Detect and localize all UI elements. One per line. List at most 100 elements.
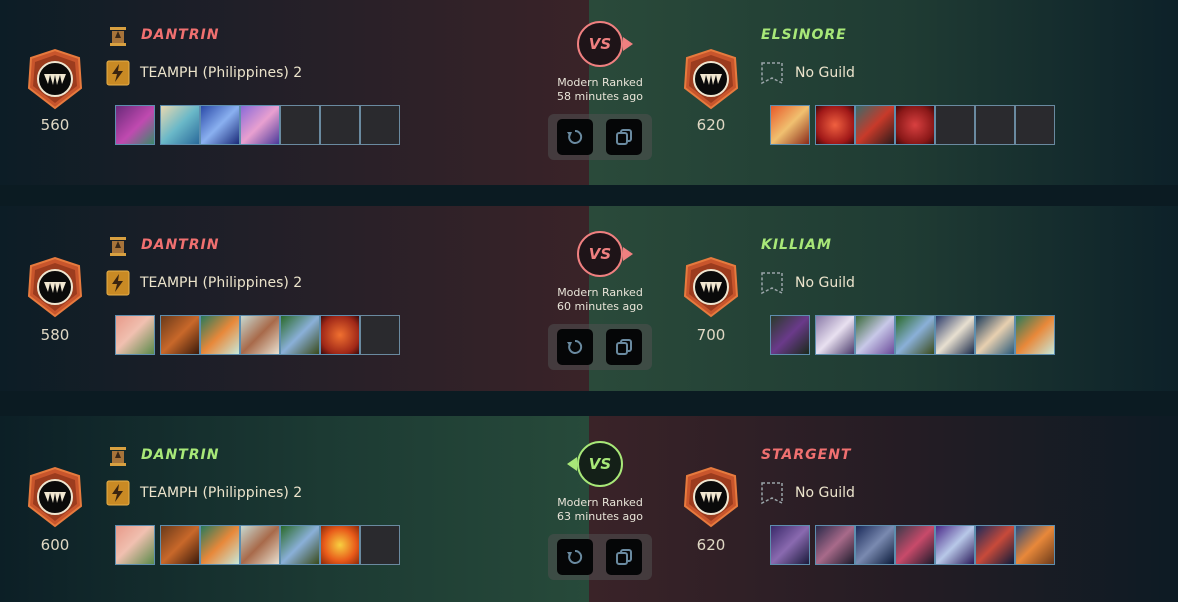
player-guild[interactable]: TEAMPH (Philippines) 2: [140, 275, 302, 291]
battle-info: Modern Ranked 60 minutes ago: [540, 286, 660, 314]
empty-card-slot: [1015, 105, 1055, 145]
monster-card[interactable]: [280, 525, 320, 565]
monster-card[interactable]: [240, 105, 280, 145]
empty-card-slot: [975, 105, 1015, 145]
monster-card[interactable]: [975, 525, 1015, 565]
battle-time: 58 minutes ago: [557, 90, 643, 103]
lightning-guild-icon: [106, 480, 130, 506]
player-rating: 600: [40, 536, 70, 554]
opponent-name[interactable]: ELSINORE: [761, 27, 847, 43]
monster-card[interactable]: [200, 525, 240, 565]
empty-guild-icon: [761, 272, 783, 295]
monster-card[interactable]: [895, 315, 935, 355]
opponent-team: [770, 525, 1055, 565]
monster-card[interactable]: [855, 525, 895, 565]
monster-card[interactable]: [855, 105, 895, 145]
monster-card[interactable]: [855, 315, 895, 355]
opponent-name[interactable]: STARGENT: [761, 447, 851, 463]
league-banner-icon: [110, 447, 126, 466]
monster-card[interactable]: [975, 315, 1015, 355]
loss-arrow-icon: [623, 247, 633, 261]
battle-info: Modern Ranked 63 minutes ago: [540, 496, 660, 524]
opponent-rating: 620: [696, 116, 726, 134]
opponent-name[interactable]: KILLIAM: [761, 237, 832, 253]
opponent-panel: [589, 416, 1178, 602]
monster-card[interactable]: [240, 315, 280, 355]
empty-card-slot: [360, 525, 400, 565]
monster-card[interactable]: [815, 315, 855, 355]
copy-button[interactable]: [606, 329, 642, 365]
empty-card-slot: [360, 315, 400, 355]
summoner-card[interactable]: [115, 315, 155, 355]
player-rating: 580: [40, 326, 70, 344]
empty-card-slot: [360, 105, 400, 145]
monster-card[interactable]: [240, 525, 280, 565]
monster-card[interactable]: [200, 315, 240, 355]
opponent-team: [770, 105, 1055, 145]
replay-icon: [567, 129, 583, 144]
empty-card-slot: [935, 105, 975, 145]
vs-badge: VS: [577, 231, 623, 277]
player-guild[interactable]: TEAMPH (Philippines) 2: [140, 485, 302, 501]
monster-card[interactable]: [160, 525, 200, 565]
empty-card-slot: [280, 105, 320, 145]
summoner-card[interactable]: [770, 315, 810, 355]
monster-card[interactable]: [815, 525, 855, 565]
monster-card[interactable]: [935, 525, 975, 565]
monster-card[interactable]: [320, 525, 360, 565]
monster-card[interactable]: [200, 105, 240, 145]
copy-icon: [616, 549, 632, 565]
opponent-panel: [589, 0, 1178, 185]
league-badge-icon: [684, 257, 738, 317]
empty-guild-icon: [761, 62, 783, 85]
league-badge-icon: [28, 467, 82, 527]
league-badge-icon: [684, 467, 738, 527]
battle-mode: Modern Ranked: [557, 496, 643, 509]
player-guild[interactable]: TEAMPH (Philippines) 2: [140, 65, 302, 81]
player-team: [115, 315, 400, 355]
battle-mode: Modern Ranked: [557, 76, 643, 89]
monster-card[interactable]: [320, 315, 360, 355]
monster-card[interactable]: [1015, 525, 1055, 565]
empty-card-slot: [320, 105, 360, 145]
league-banner-icon: [110, 237, 126, 256]
battle-actions: [548, 534, 652, 580]
replay-icon: [567, 549, 583, 564]
battle-mode: Modern Ranked: [557, 286, 643, 299]
monster-card[interactable]: [895, 105, 935, 145]
monster-card[interactable]: [160, 315, 200, 355]
replay-button[interactable]: [557, 329, 593, 365]
vs-badge: VS: [577, 441, 623, 487]
replay-button[interactable]: [557, 539, 593, 575]
summoner-card[interactable]: [770, 525, 810, 565]
league-badge-icon: [684, 49, 738, 109]
player-name[interactable]: DANTRIN: [141, 447, 219, 463]
lightning-guild-icon: [106, 60, 130, 86]
player-team: [115, 525, 400, 565]
summoner-card[interactable]: [115, 525, 155, 565]
summoner-card[interactable]: [770, 105, 810, 145]
monster-card[interactable]: [935, 315, 975, 355]
player-panel: [0, 206, 589, 391]
summoner-card[interactable]: [115, 105, 155, 145]
monster-card[interactable]: [895, 525, 935, 565]
player-name[interactable]: DANTRIN: [141, 27, 219, 43]
monster-card[interactable]: [1015, 315, 1055, 355]
league-banner-icon: [110, 27, 126, 46]
replay-button[interactable]: [557, 119, 593, 155]
battle-time: 63 minutes ago: [557, 510, 643, 523]
opponent-rating: 700: [696, 326, 726, 344]
battle-row: 600 DANTRIN TEAMPH (Philippines) 2 VS Mo…: [0, 416, 1178, 602]
player-team: [115, 105, 400, 145]
copy-button[interactable]: [606, 539, 642, 575]
copy-button[interactable]: [606, 119, 642, 155]
empty-guild-icon: [761, 482, 783, 505]
opponent-guild: No Guild: [795, 65, 855, 81]
player-name[interactable]: DANTRIN: [141, 237, 219, 253]
opponent-guild: No Guild: [795, 275, 855, 291]
battle-info: Modern Ranked 58 minutes ago: [540, 76, 660, 104]
monster-card[interactable]: [815, 105, 855, 145]
monster-card[interactable]: [280, 315, 320, 355]
opponent-team: [770, 315, 1055, 355]
monster-card[interactable]: [160, 105, 200, 145]
